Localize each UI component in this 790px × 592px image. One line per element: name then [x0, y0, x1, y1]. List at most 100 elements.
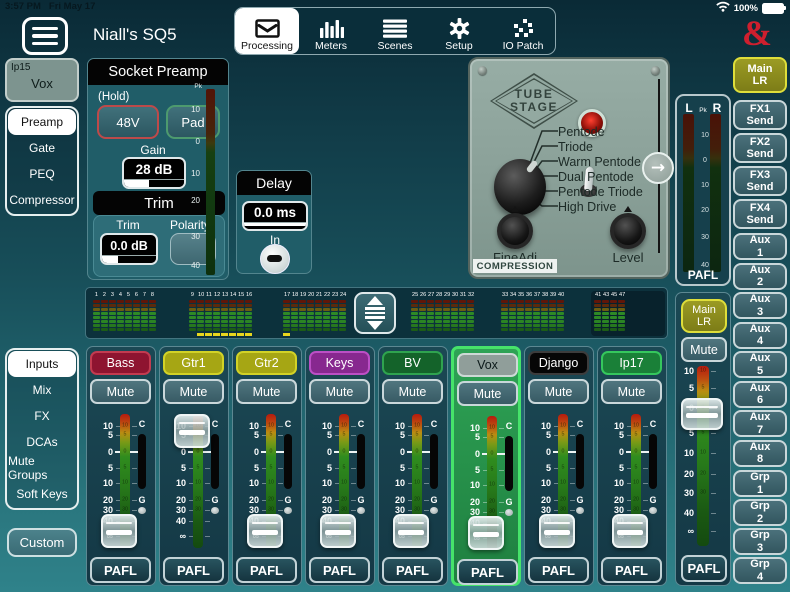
meter-ch-5[interactable]: 5	[125, 291, 132, 331]
meter-ch-43[interactable]: 43	[602, 291, 609, 331]
strip-gtr1-pafl-button[interactable]: PAFL	[163, 557, 224, 583]
meter-ch-27[interactable]: 27	[427, 291, 434, 331]
meter-scroll-button[interactable]	[354, 292, 396, 334]
strip-keys-select-button[interactable]: Keys	[309, 351, 370, 375]
strip-django-mute-button[interactable]: Mute	[528, 379, 589, 404]
menu-button[interactable]	[22, 17, 68, 55]
meter-ch-8[interactable]: 8	[149, 291, 156, 331]
meter-ch-16[interactable]: 16	[245, 291, 252, 336]
sends-aux-4-button[interactable]: Aux4	[733, 322, 787, 349]
meter-ch-4[interactable]: 4	[117, 291, 124, 331]
meter-ch-33[interactable]: 33	[501, 291, 508, 331]
meter-ch-6[interactable]: 6	[133, 291, 140, 331]
strip-gtr1-select-button[interactable]: Gtr1	[163, 351, 224, 375]
meter-ch-21[interactable]: 21	[315, 291, 322, 331]
sends-main-lr-button[interactable]: MainLR	[733, 57, 787, 93]
trim-value-box[interactable]: 0.0 dB	[100, 233, 158, 265]
sends-aux-8-button[interactable]: Aux8	[733, 440, 787, 467]
bank-tab-dcas[interactable]: DCAs	[8, 429, 76, 455]
processing-tab-gate[interactable]: Gate	[8, 135, 76, 161]
sends-fx4-send-button[interactable]: FX4Send	[733, 199, 787, 229]
strip-gtr2-pafl-button[interactable]: PAFL	[236, 557, 297, 583]
phantom-48v-button[interactable]: 48V	[97, 105, 159, 139]
tab-io-patch[interactable]: IO Patch	[491, 8, 555, 54]
strip-gtr2-mute-button[interactable]: Mute	[236, 379, 297, 404]
tab-processing[interactable]: Processing	[235, 8, 299, 54]
meter-ch-17[interactable]: 17	[283, 291, 290, 336]
fader-cap[interactable]	[612, 514, 648, 548]
custom-layer-button[interactable]: Custom	[7, 528, 77, 557]
sends-aux-2-button[interactable]: Aux2	[733, 263, 787, 290]
tube-mode-pentode-triode[interactable]: Pentode Triode	[558, 185, 643, 199]
meter-ch-10[interactable]: 10	[197, 291, 204, 336]
bank-tab-mix[interactable]: Mix	[8, 377, 76, 403]
strip-django-pafl-button[interactable]: PAFL	[528, 557, 589, 583]
tab-setup[interactable]: Setup	[427, 8, 491, 54]
bank-tab-soft-keys[interactable]: Soft Keys	[8, 481, 76, 507]
strip-bass-mute-button[interactable]: Mute	[90, 379, 151, 404]
sends-grp-3-button[interactable]: Grp3	[733, 528, 787, 555]
processing-tab-preamp[interactable]: Preamp	[8, 109, 76, 135]
sends-aux-7-button[interactable]: Aux7	[733, 410, 787, 437]
gain-value-box[interactable]: 28 dB	[122, 157, 186, 189]
meter-ch-22[interactable]: 22	[323, 291, 330, 331]
tube-mode-warm-pentode[interactable]: Warm Pentode	[558, 155, 641, 169]
tab-meters[interactable]: Meters	[299, 8, 363, 54]
fader-cap[interactable]	[539, 514, 575, 548]
meter-ch-30[interactable]: 30	[451, 291, 458, 331]
meter-ch-19[interactable]: 19	[299, 291, 306, 331]
strip-vox-pafl-button[interactable]: PAFL	[457, 559, 518, 585]
strip-ip17-select-button[interactable]: Ip17	[601, 351, 662, 375]
fader-track[interactable]: 10505102030	[697, 366, 709, 546]
strip-bass-select-button[interactable]: Bass	[90, 351, 151, 375]
strip-vox-select-button[interactable]: Vox	[457, 353, 518, 377]
meter-ch-39[interactable]: 39	[549, 291, 556, 331]
meter-ch-15[interactable]: 15	[237, 291, 244, 336]
strip-gtr2-select-button[interactable]: Gtr2	[236, 351, 297, 375]
strip-bv-select-button[interactable]: BV	[382, 351, 443, 375]
processing-tab-peq[interactable]: PEQ	[8, 161, 76, 187]
meter-ch-1[interactable]: 1	[93, 291, 100, 331]
meter-ch-11[interactable]: 11	[205, 291, 212, 336]
meter-ch-38[interactable]: 38	[541, 291, 548, 331]
strip-bv-pafl-button[interactable]: PAFL	[382, 557, 443, 583]
meter-ch-37[interactable]: 37	[533, 291, 540, 331]
meter-ch-3[interactable]: 3	[109, 291, 116, 331]
meter-ch-28[interactable]: 28	[435, 291, 442, 331]
delay-value-box[interactable]: 0.0 ms	[242, 201, 308, 231]
meter-ch-24[interactable]: 24	[339, 291, 346, 331]
tube-mode-selector-knob[interactable]	[494, 159, 546, 215]
meter-ch-7[interactable]: 7	[141, 291, 148, 331]
meter-ch-41[interactable]: 41	[594, 291, 601, 331]
meter-ch-23[interactable]: 23	[331, 291, 338, 331]
fader-cap[interactable]	[320, 514, 356, 548]
meter-ch-9[interactable]: 9	[189, 291, 196, 331]
meter-ch-13[interactable]: 13	[221, 291, 228, 336]
level-knob[interactable]	[610, 213, 646, 249]
fineadj-knob[interactable]	[497, 213, 533, 249]
strip-bass-pafl-button[interactable]: PAFL	[90, 557, 151, 583]
fader-cap[interactable]	[393, 514, 429, 548]
channel-info-box[interactable]: Ip15 Vox	[5, 58, 79, 102]
sends-fx1-send-button[interactable]: FX1Send	[733, 100, 787, 130]
strip-vox-mute-button[interactable]: Mute	[457, 381, 518, 406]
sends-grp-2-button[interactable]: Grp2	[733, 499, 787, 526]
fader-cap[interactable]	[468, 516, 504, 550]
meter-ch-25[interactable]: 25	[411, 291, 418, 331]
main-lr-select-button[interactable]: Main LR	[681, 299, 727, 333]
expand-arrow-button[interactable]: →	[642, 152, 674, 184]
sends-aux-6-button[interactable]: Aux6	[733, 381, 787, 408]
sends-fx3-send-button[interactable]: FX3Send	[733, 166, 787, 196]
meter-ch-35[interactable]: 35	[517, 291, 524, 331]
fader-cap[interactable]	[247, 514, 283, 548]
bank-tab-mute-groups[interactable]: Mute Groups	[8, 455, 76, 481]
fader-cap[interactable]	[101, 514, 137, 548]
sends-aux-3-button[interactable]: Aux3	[733, 292, 787, 319]
main-lr-mute-button[interactable]: Mute	[681, 337, 727, 362]
meter-ch-12[interactable]: 12	[213, 291, 220, 336]
meter-ch-47[interactable]: 47	[618, 291, 625, 331]
strip-ip17-mute-button[interactable]: Mute	[601, 379, 662, 404]
sends-grp-1-button[interactable]: Grp1	[733, 470, 787, 497]
fader-cap[interactable]	[174, 414, 210, 448]
meter-ch-2[interactable]: 2	[101, 291, 108, 331]
